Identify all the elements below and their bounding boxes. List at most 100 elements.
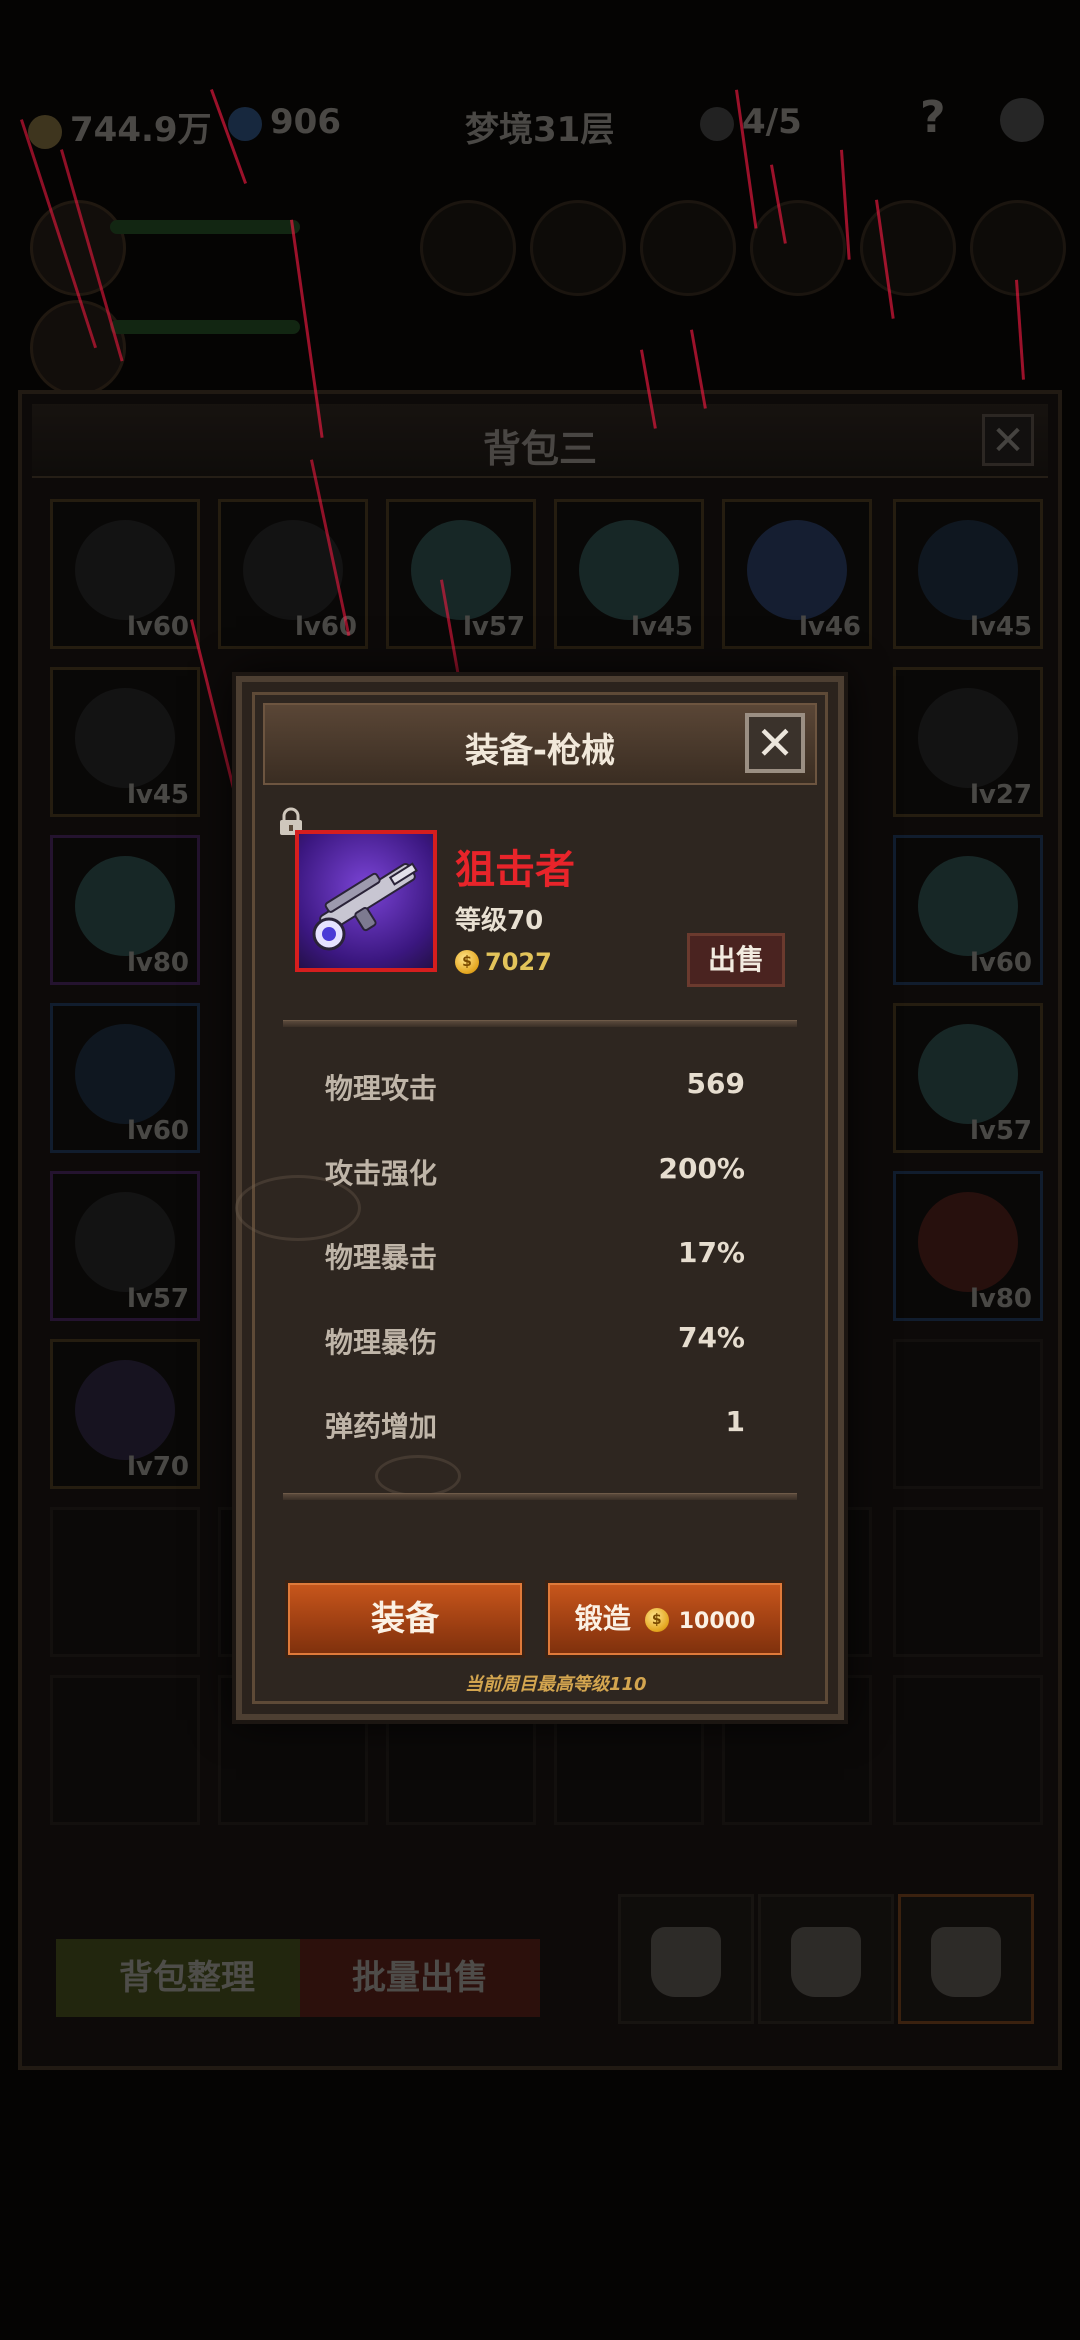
backpack-icon [651,1927,721,1997]
stat-label: 物理暴伤 [325,1325,438,1359]
pet-hp-bar [110,320,300,334]
bag-slot[interactable]: lv80 [50,835,200,985]
max-level-note: 当前周目最高等级110 [465,1674,647,1695]
stat-label: 物理暴击 [325,1241,438,1274]
stat-value: 17% [677,1236,745,1269]
armor-icon [918,520,1018,620]
sell-button[interactable]: 出售 [687,933,785,987]
forge-cost: 10000 [678,1609,756,1634]
orb-icon [411,520,511,620]
bag-slot-empty[interactable] [893,1675,1043,1825]
help-button[interactable]: ? [920,92,946,143]
bag-title: 背包三 [482,427,597,471]
gem-icon [228,106,262,141]
slot-level: lv57 [969,1116,1032,1146]
helmet-icon [75,688,175,788]
stat-value: 74% [677,1320,745,1354]
item-sell-price: $7027 [455,947,552,976]
top-status-bar: 744.9万 906 梦境31层 4/5 ? [0,80,1080,180]
bag-tab-3[interactable] [898,1894,1034,2024]
shield-icon [918,1192,1018,1292]
slot-level: lv45 [126,780,189,810]
bag-slot[interactable]: lv45 [554,499,704,649]
slot-level: lv80 [969,1284,1032,1314]
forge-label: 锻造 [574,1602,631,1635]
bag-slot[interactable]: lv57 [893,1003,1043,1153]
bag-slot[interactable]: lv57 [386,499,536,649]
slot-level: lv80 [126,948,189,978]
helmet-icon [918,688,1018,788]
bag-slot[interactable]: lv46 [722,499,872,649]
stat-row: 物理暴击 17% [325,1236,745,1276]
equip-button[interactable]: 装备 [285,1580,525,1658]
divider [283,1020,797,1027]
bag-slot[interactable]: lv27 [893,667,1043,817]
slot-level: lv60 [126,1116,189,1146]
pet-avatar[interactable] [30,300,126,396]
backpack-icon [791,1927,861,1997]
ring-icon [75,520,175,620]
item-price-value: 7027 [485,948,552,976]
bag-slot-empty[interactable] [893,1507,1043,1657]
bag-slot[interactable]: lv70 [50,1339,200,1489]
slot-level: lv60 [126,612,189,642]
stat-value: 1 [725,1405,745,1438]
skill-slot[interactable] [860,200,956,296]
orb-icon [75,856,175,956]
gem-counter: 906 [228,102,341,142]
stat-label: 攻击强化 [325,1156,438,1190]
dialog-close-button[interactable]: ✕ [745,713,805,773]
swirl-decoration [375,1455,461,1497]
stat-value: 569 [686,1067,745,1100]
item-icon-frame [295,830,437,972]
dialog-body: 装备-枪械 ✕ 狙击者 等级70 $7027 出售 物理攻击 569 攻击强化 … [235,692,828,1704]
bag-slot[interactable]: lv57 [50,1171,200,1321]
skill-slot[interactable] [640,200,736,296]
energy-icon [700,106,734,141]
stat-value: 200% [658,1151,745,1185]
stat-row: 攻击强化 200% [325,1152,745,1192]
dialog-header: 装备-枪械 ✕ [263,703,817,785]
skill-slot[interactable] [530,200,626,296]
floor-label: 梦境31层 [465,110,615,150]
equipment-detail-dialog: 装备-枪械 ✕ 狙击者 等级70 $7027 出售 物理攻击 569 攻击强化 … [235,676,844,1720]
orb-icon [918,856,1018,956]
bag-tab-2[interactable] [758,1894,894,2024]
bag-slot-empty[interactable] [893,1339,1043,1489]
dialog-title: 装备-枪械 [464,731,616,771]
bag-slot-empty[interactable] [50,1507,200,1657]
energy-value: 4/5 [742,102,802,142]
bag-sort-button[interactable]: 背包整理 [56,1939,318,2017]
bag-slot[interactable]: lv60 [50,1003,200,1153]
coin-icon: $ [644,1608,669,1632]
gun-icon [75,1360,175,1460]
forge-button[interactable]: 锻造 $10000 [545,1580,785,1658]
bag-slot[interactable]: lv45 [893,499,1043,649]
slot-level: lv57 [462,612,525,642]
bag-slot[interactable]: lv60 [893,835,1043,985]
ring-icon [75,1192,175,1292]
skill-slot[interactable] [750,200,846,296]
slot-level: lv70 [126,1452,189,1482]
batch-sell-button[interactable]: 批量出售 [300,1939,540,2017]
hero-hp-bar [110,220,300,234]
bag-slot[interactable]: lv45 [50,667,200,817]
bag-close-button[interactable]: ✕ [982,414,1034,466]
slot-level: lv45 [630,612,693,642]
skill-slot[interactable] [420,200,516,296]
bag-slot[interactable]: lv80 [893,1171,1043,1321]
bag-slot[interactable]: lv60 [50,499,200,649]
stat-row: 物理攻击 569 [325,1067,745,1107]
slot-level: lv46 [798,612,861,642]
stat-label: 物理攻击 [325,1072,438,1105]
backpack-icon [931,1927,1001,1997]
divider [283,1493,797,1500]
sniper-gun-icon [312,862,418,951]
stat-row: 弹药增加 1 [325,1405,745,1445]
bag-slot-empty[interactable] [50,1675,200,1825]
settings-gear-icon[interactable] [1000,98,1044,142]
item-level: 等级70 [455,906,544,936]
energy-counter: 4/5 [700,102,802,142]
slot-level: lv60 [969,948,1032,978]
bag-tab-1[interactable] [618,1894,754,2024]
